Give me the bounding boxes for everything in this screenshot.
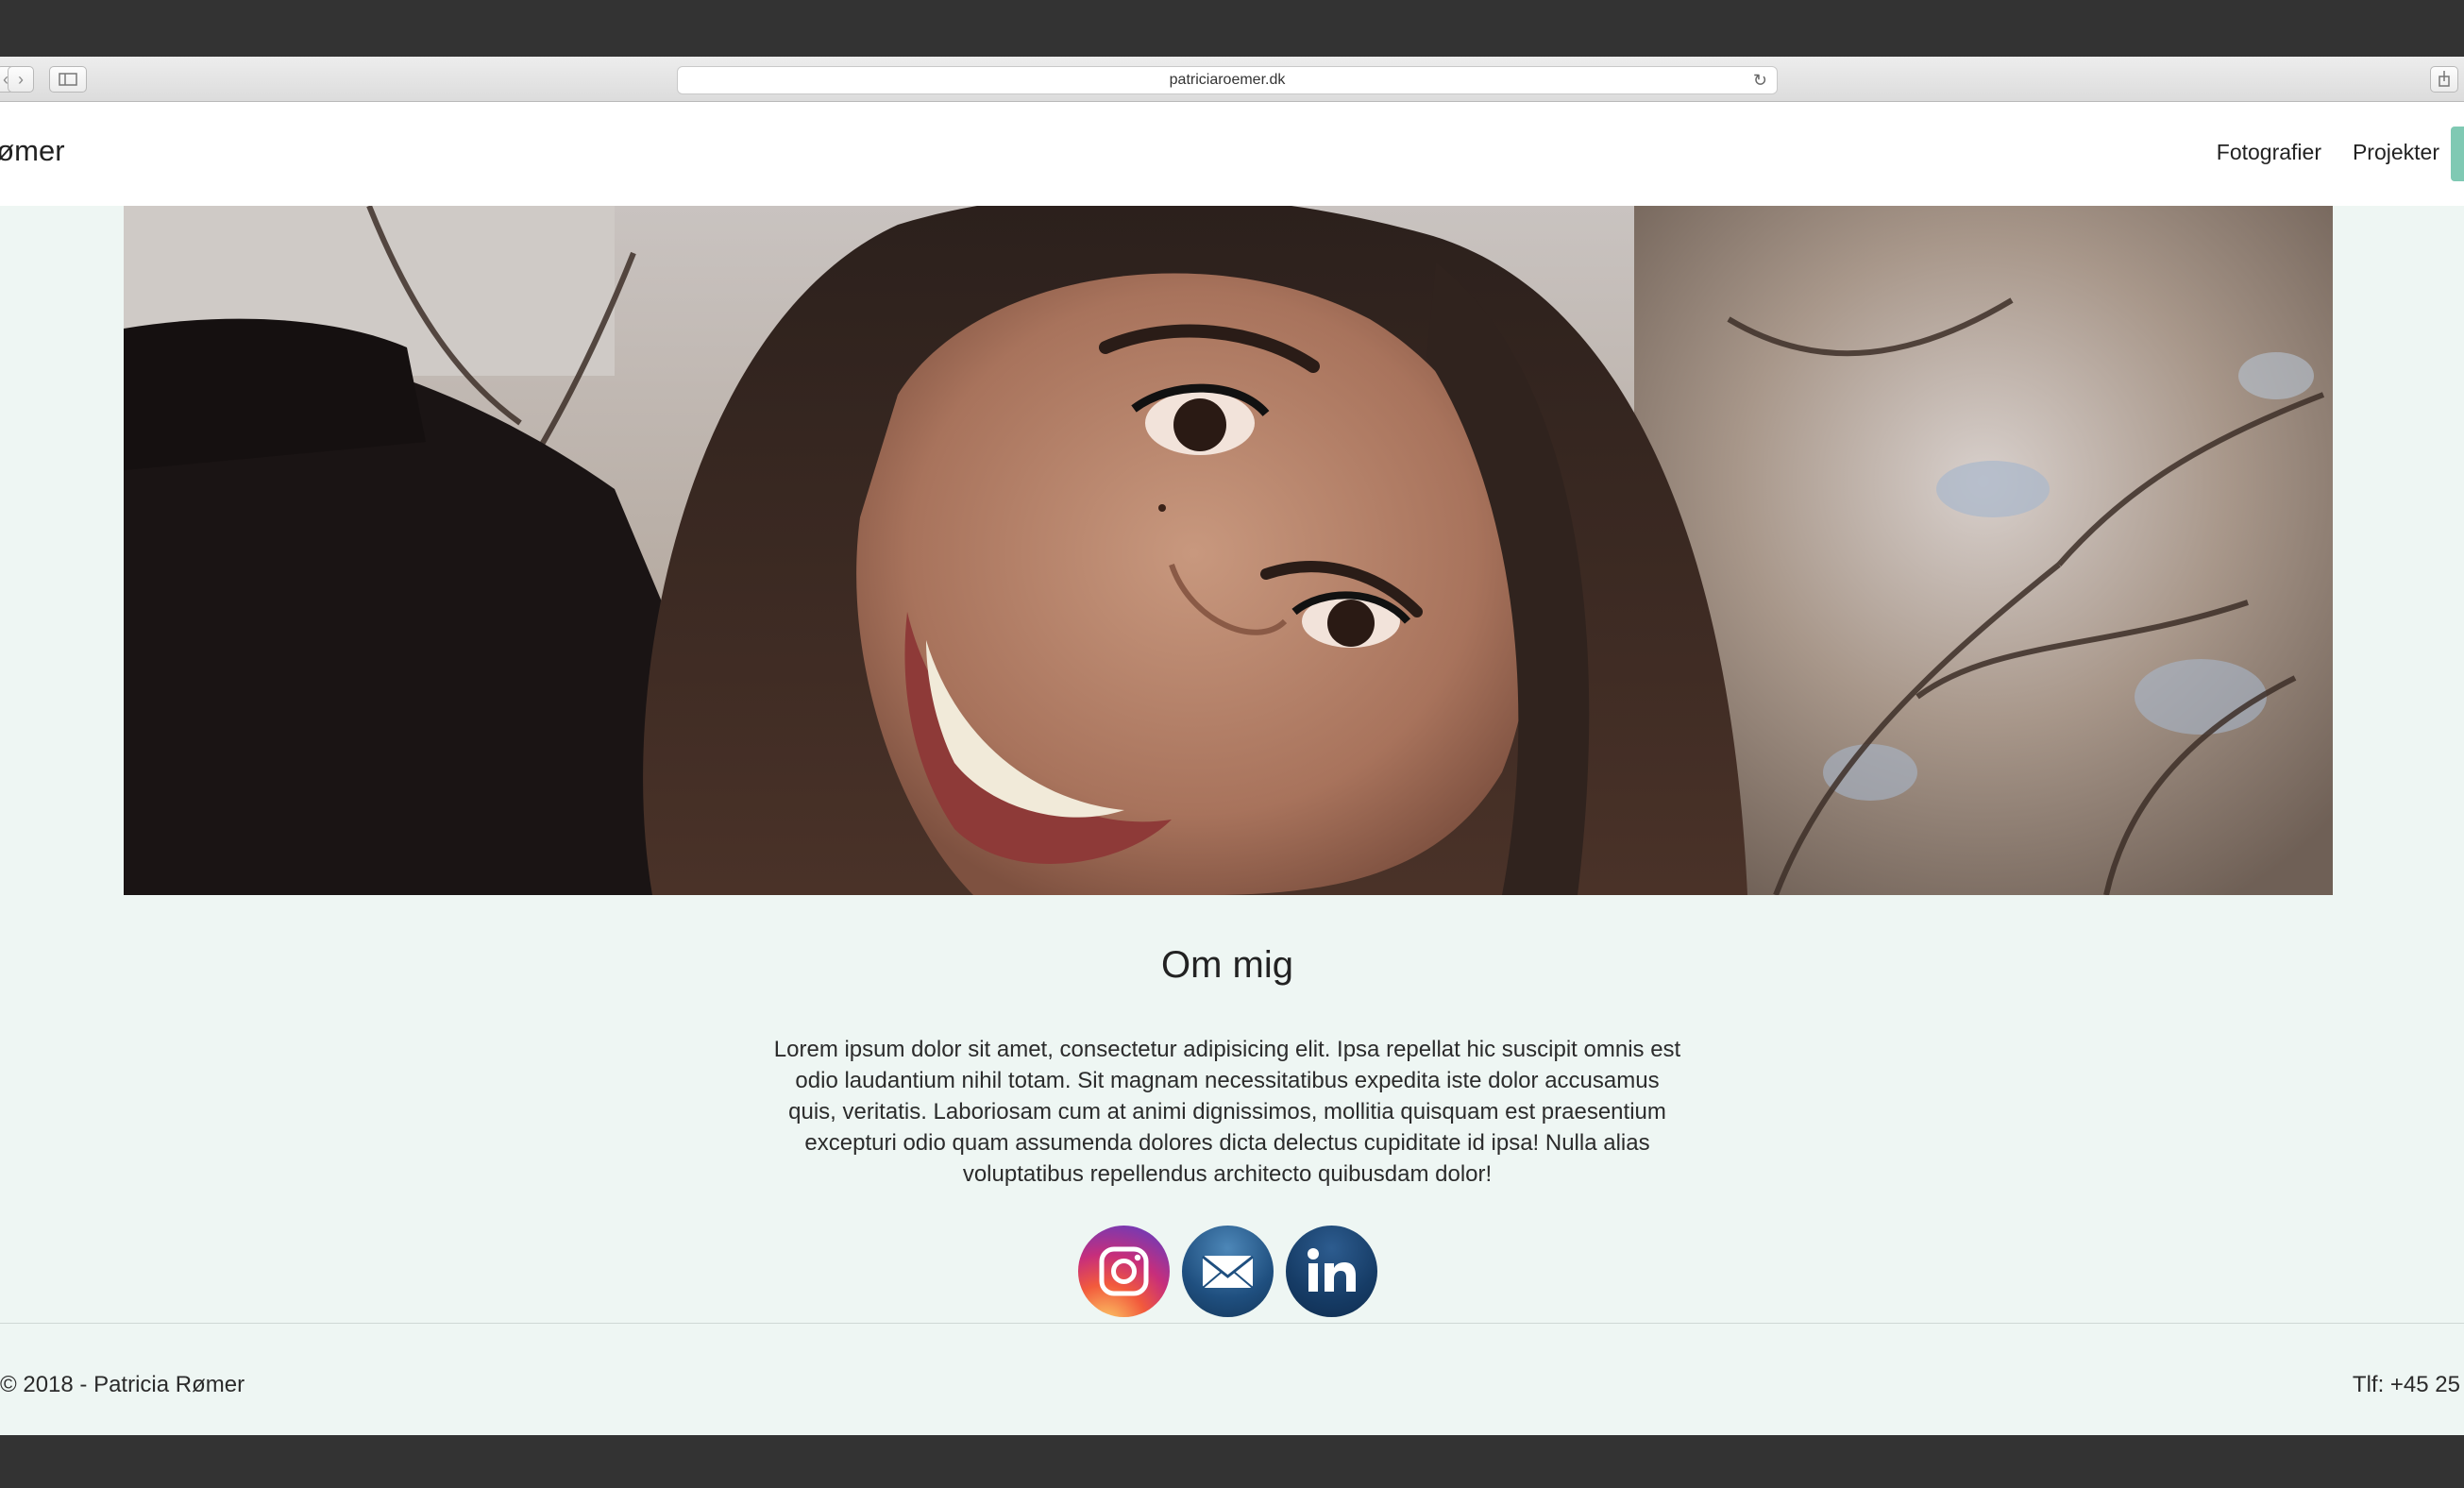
footer-divider: [0, 1323, 2464, 1324]
nav-link-projekter[interactable]: Projekter: [2353, 140, 2439, 165]
url-text: patriciaroemer.dk: [1169, 72, 1286, 88]
footer-phone: Tlf: +45 25: [2352, 1372, 2460, 1397]
share-icon: [2439, 71, 2450, 87]
sidebar-toggle-button[interactable]: [49, 66, 87, 93]
screen-bottom-bar: [0, 1435, 2464, 1488]
about-text: Lorem ipsum dolor sit amet, consectetur …: [773, 1037, 1681, 1187]
mail-link[interactable]: [1182, 1226, 1274, 1317]
mail-icon: [1202, 1255, 1254, 1289]
browser-title-bar: [0, 0, 2464, 57]
address-bar[interactable]: patriciaroemer.dk ↻: [677, 66, 1778, 94]
about-title: Om mig: [1161, 944, 1293, 986]
nav-highlight-item[interactable]: [2451, 127, 2464, 181]
site-navbar: a Rømer Fotografier Projekter: [0, 102, 2464, 206]
portrait-photo: [124, 206, 2333, 895]
site-brand[interactable]: a Rømer: [0, 134, 65, 168]
instagram-link[interactable]: [1078, 1226, 1170, 1317]
share-button[interactable]: [2430, 66, 2458, 93]
nav-link-fotografier[interactable]: Fotografier: [2217, 140, 2321, 165]
forward-button[interactable]: ›: [8, 66, 34, 93]
web-page: a Rømer Fotografier Projekter: [0, 102, 2464, 1435]
linkedin-icon: [1308, 1248, 1356, 1292]
sidebar-icon: [59, 73, 77, 86]
instagram-icon: [1099, 1246, 1149, 1296]
hero-portrait-image: [124, 206, 2333, 895]
browser-toolbar: ‹ › patriciaroemer.dk ↻: [0, 57, 2464, 102]
reload-icon[interactable]: ↻: [1753, 67, 1767, 93]
footer-copyright: © 2018 - Patricia Rømer: [0, 1372, 245, 1397]
linkedin-link[interactable]: [1286, 1226, 1377, 1317]
